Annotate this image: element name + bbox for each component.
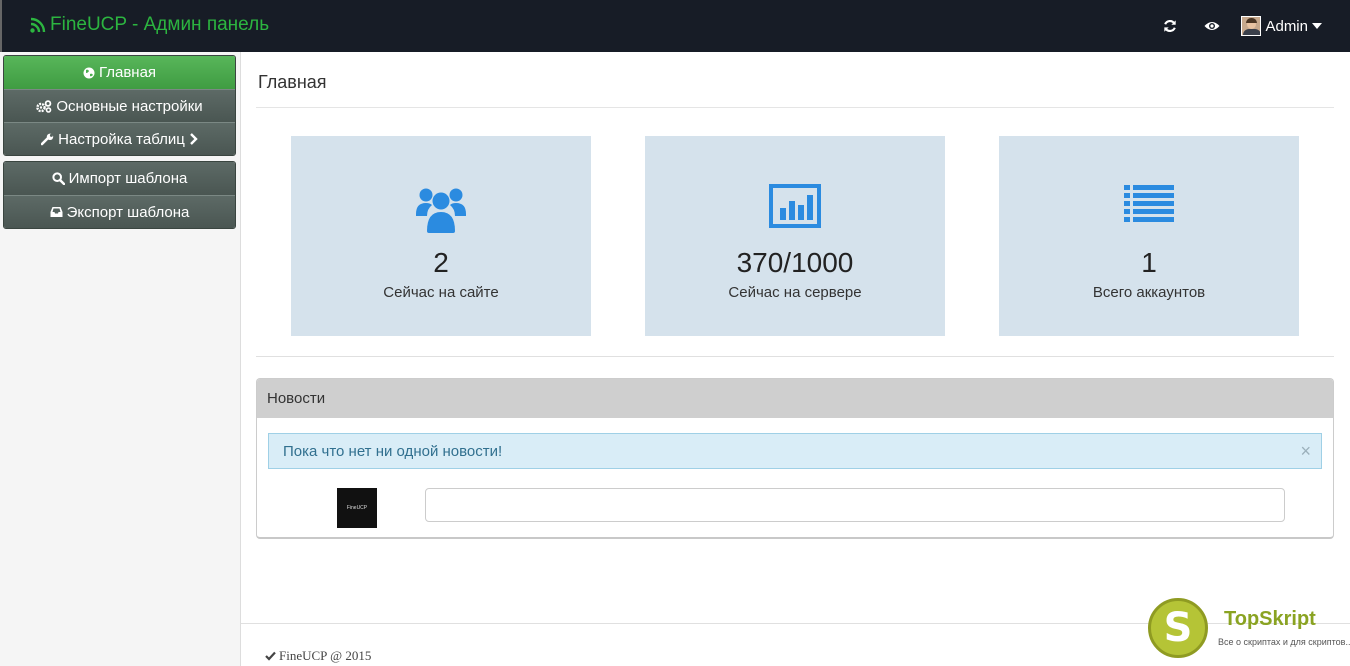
list-icon (1124, 185, 1174, 222)
footer: FineUCP @ 2015 (265, 648, 371, 664)
watermark-name: TopSkript (1224, 608, 1316, 630)
news-thumbnail: FineUCP (337, 488, 377, 528)
watermark-logo: S TopSkript Все о скриптах и для скрипто… (1146, 596, 1350, 666)
eye-icon[interactable] (1191, 0, 1233, 52)
top-navbar: FineUCP - Админ панель Admin (0, 0, 1350, 52)
users-icon (416, 188, 466, 233)
stat-label: Сейчас на сайте (383, 284, 499, 301)
watermark-letter: S (1163, 605, 1193, 651)
cogs-icon (36, 99, 52, 113)
check-icon (265, 651, 276, 661)
sidebar-item-import[interactable]: Импорт шаблона (4, 162, 235, 195)
stat-value: 370/1000 (736, 247, 854, 278)
news-panel: Новости Пока что нет ни одной новости! ×… (256, 378, 1334, 539)
watermark-badge: S (1148, 598, 1208, 658)
sidebar-item-settings[interactable]: Основные настройки (4, 89, 235, 122)
app-root: FineUCP - Админ панель Admin Главная Осн… (0, 0, 1350, 666)
brand-link[interactable]: FineUCP - Админ панель (30, 14, 269, 36)
globe-icon (83, 67, 95, 78)
thumbnail-text: FineUCP (346, 505, 368, 511)
sidebar: Главная Основные настройки Настройка таб… (0, 52, 241, 666)
sidebar-menu-templates: Импорт шаблона Экспорт шаблона (3, 161, 236, 229)
search-icon (51, 172, 65, 185)
user-name: Admin (1265, 17, 1308, 35)
footer-text: FineUCP @ 2015 (279, 648, 372, 663)
avatar (1241, 16, 1262, 36)
sidebar-item-label: Импорт шаблона (68, 170, 188, 187)
stat-value: 2 (433, 247, 449, 278)
close-icon[interactable]: × (1300, 441, 1311, 462)
news-input[interactable] (425, 488, 1285, 522)
user-menu[interactable]: Admin (1241, 16, 1322, 36)
divider (256, 356, 1334, 357)
watermark-tagline: Все о скриптах и для скриптов... (1218, 637, 1350, 647)
navbar-actions: Admin (1149, 0, 1350, 52)
stat-label: Сейчас на сервере (728, 284, 862, 301)
page-title: Главная (258, 72, 327, 92)
inbox-icon (50, 207, 63, 217)
wrench-icon (41, 133, 54, 145)
sidebar-item-label: Главная (98, 64, 157, 81)
sidebar-menu-main: Главная Основные настройки Настройка таб… (3, 55, 236, 156)
stat-label: Всего аккаунтов (1092, 284, 1206, 301)
sidebar-item-home[interactable]: Главная (4, 56, 235, 89)
alert-text: Пока что нет ни одной новости! (283, 443, 503, 460)
sidebar-item-tables[interactable]: Настройка таблиц (4, 122, 235, 155)
brand-title: FineUCP - Админ панель (50, 14, 270, 35)
sidebar-item-export[interactable]: Экспорт шаблона (4, 195, 235, 228)
sidebar-item-label: Основные настройки (56, 97, 203, 115)
caret-down-icon (1312, 23, 1322, 29)
news-empty-alert: Пока что нет ни одной новости! × (268, 433, 1322, 469)
divider (256, 107, 1334, 108)
bar-chart-icon (769, 184, 821, 228)
rss-icon (30, 17, 46, 33)
stat-tile-server: 370/1000 Сейчас на сервере (645, 136, 945, 336)
news-panel-heading: Новости (257, 379, 1333, 418)
sidebar-item-label: Экспорт шаблона (66, 203, 190, 221)
stat-tile-accounts: 1 Всего аккаунтов (999, 136, 1299, 336)
stat-value: 1 (1141, 247, 1157, 278)
stat-tile-online: 2 Сейчас на сайте (291, 136, 591, 336)
refresh-icon[interactable] (1149, 0, 1191, 52)
sidebar-item-label: Настройка таблиц (58, 130, 185, 148)
chevron-right-icon (189, 133, 198, 145)
